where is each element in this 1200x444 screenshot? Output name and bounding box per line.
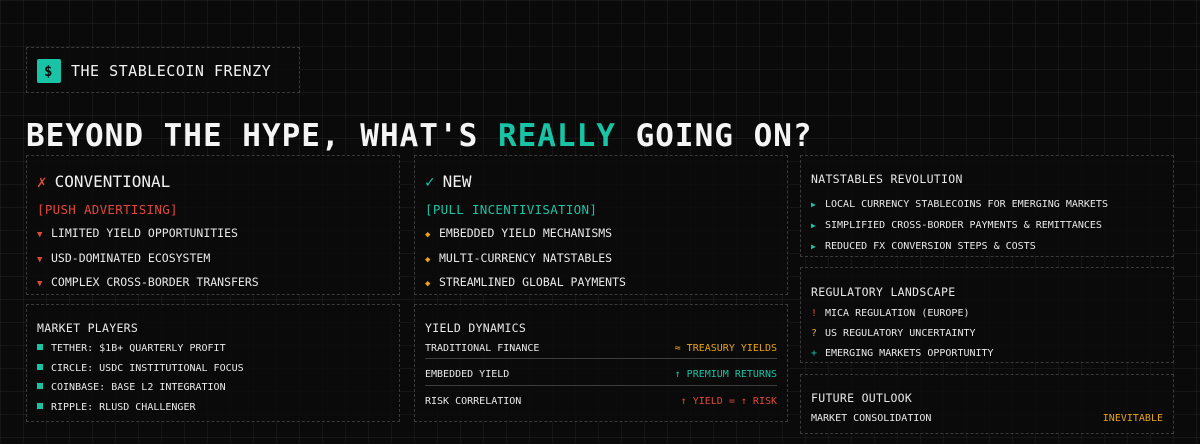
market-players-list: TETHER: $1B+ QUARTERLY PROFIT CIRCLE: US… <box>37 339 244 417</box>
conventional-panel: ✗ CONVENTIONAL [PUSH ADVERTISING] ▼ LIMITE… <box>26 155 400 295</box>
list-item: ▶ REDUCED FX CONVERSION STEPS & COSTS <box>811 236 1108 257</box>
list-item: ▼ COMPLEX CROSS-BORDER TRANSFERS <box>37 271 259 296</box>
row-divider <box>425 358 777 359</box>
list-item: ▼ USD-DOMINATED ECOSYSTEM <box>37 247 259 272</box>
conventional-tag: [PUSH ADVERTISING] <box>37 202 178 217</box>
square-bullet-icon <box>37 363 43 370</box>
cross-icon: ✗ <box>37 172 47 191</box>
page-headline: BEYOND THE HYPE, WHAT'S REALLY GOING ON? <box>26 118 813 154</box>
regulatory-panel: REGULATORY LANDSCAPE ! MICA REGULATION (E… <box>800 267 1174 363</box>
yield-dynamics-panel: YIELD DYNAMICS TRADITIONAL FINANCE ≈ TREA… <box>414 304 788 422</box>
natstables-list: ▶ LOCAL CURRENCY STABLECOINS FOR EMERGING… <box>811 194 1108 257</box>
play-triangle-icon: ▶ <box>811 200 816 209</box>
question-icon: ? <box>811 328 818 339</box>
headline-text-after: GOING ON? <box>615 118 813 154</box>
conventional-list: ▼ LIMITED YIELD OPPORTUNITIES ▼ USD-DOMINA… <box>37 222 259 296</box>
list-item: + EMERGING MARKETS OPPORTUNITY <box>811 344 994 364</box>
conventional-heading: ✗ CONVENTIONAL <box>37 172 170 191</box>
exclamation-icon: ! <box>811 308 818 319</box>
play-triangle-icon: ▶ <box>811 221 816 230</box>
headline-accent-word: REALLY <box>497 118 616 154</box>
market-players-panel: MARKET PLAYERS TETHER: $1B+ QUARTERLY PR… <box>26 304 400 422</box>
list-item: ! MICA REGULATION (EUROPE) <box>811 304 994 324</box>
down-triangle-icon: ▼ <box>37 254 43 265</box>
list-item: TETHER: $1B+ QUARTERLY PROFIT <box>37 339 244 359</box>
market-players-title: MARKET PLAYERS <box>37 321 139 335</box>
new-panel: ✓ NEW [PULL INCENTIVISATION] ◆ EMBEDDED YI… <box>414 155 788 295</box>
list-item: ? US REGULATORY UNCERTAINTY <box>811 324 994 344</box>
yield-row: TRADITIONAL FINANCE ≈ TREASURY YIELDS <box>425 343 777 354</box>
brand-title: THE STABLECOIN FRENZY <box>71 62 272 80</box>
yield-dynamics-title: YIELD DYNAMICS <box>425 321 527 335</box>
square-bullet-icon <box>37 402 43 409</box>
new-tag: [PULL INCENTIVISATION] <box>425 202 598 217</box>
yield-row: EMBEDDED YIELD ↑ PREMIUM RETURNS <box>425 369 777 380</box>
check-icon: ✓ <box>425 172 435 191</box>
row-divider <box>425 385 777 386</box>
yield-row: RISK CORRELATION ↑ YIELD = ↑ RISK <box>425 396 777 407</box>
list-item: ▶ SIMPLIFIED CROSS-BORDER PAYMENTS & REMI… <box>811 215 1108 236</box>
brand-header: $ THE STABLECOIN FRENZY <box>26 47 300 93</box>
headline-text-before: BEYOND THE HYPE, WHAT'S <box>26 118 498 154</box>
play-triangle-icon: ▶ <box>811 242 816 251</box>
down-triangle-icon: ▼ <box>37 230 43 240</box>
list-item: ▶ LOCAL CURRENCY STABLECOINS FOR EMERGING… <box>811 194 1108 215</box>
regulatory-title: REGULATORY LANDSCAPE <box>811 285 956 299</box>
list-item: ◆ STREAMLINED GLOBAL PAYMENTS <box>425 271 626 296</box>
square-bullet-icon <box>37 383 43 389</box>
diamond-icon: ◆ <box>425 254 431 265</box>
regulatory-list: ! MICA REGULATION (EUROPE) ? US REGULATORY… <box>811 304 994 364</box>
new-list: ◆ EMBEDDED YIELD MECHANISMS ◆ MULTI-CURREN… <box>425 222 626 296</box>
list-item: ◆ EMBEDDED YIELD MECHANISMS <box>425 222 626 247</box>
natstables-panel: NATSTABLES REVOLUTION ▶ LOCAL CURRENCY ST… <box>800 155 1174 257</box>
dollar-icon: $ <box>37 59 61 83</box>
list-item: CIRCLE: USDC INSTITUTIONAL FOCUS <box>37 359 244 379</box>
list-item: ▼ LIMITED YIELD OPPORTUNITIES <box>37 222 259 247</box>
plus-icon: + <box>811 348 818 359</box>
natstables-title: NATSTABLES REVOLUTION <box>811 172 963 186</box>
conventional-title: CONVENTIONAL <box>54 172 171 191</box>
down-triangle-icon: ▼ <box>37 279 43 289</box>
list-item: RIPPLE: RLUSD CHALLENGER <box>37 398 244 418</box>
diamond-icon: ◆ <box>425 279 431 289</box>
diamond-icon: ◆ <box>425 230 431 240</box>
new-heading: ✓ NEW <box>425 172 472 191</box>
square-bullet-icon <box>37 344 43 350</box>
future-outlook-panel: FUTURE OUTLOOK MARKET CONSOLIDATION INEVI… <box>800 374 1174 434</box>
future-row: MARKET CONSOLIDATION INEVITABLE <box>811 413 1163 424</box>
list-item: ◆ MULTI-CURRENCY NATSTABLES <box>425 247 626 272</box>
new-title: NEW <box>442 172 472 191</box>
future-outlook-title: FUTURE OUTLOOK <box>811 391 913 405</box>
list-item: COINBASE: BASE L2 INTEGRATION <box>37 378 244 398</box>
